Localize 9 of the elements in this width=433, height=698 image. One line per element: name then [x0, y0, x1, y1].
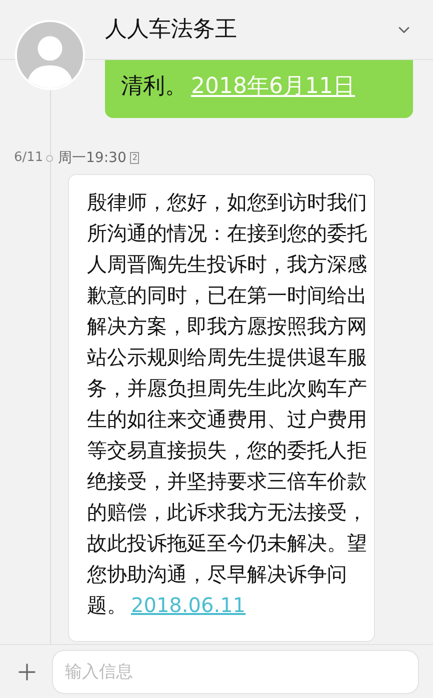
message-text: 殷律师，您好，如您到访时我们所沟通的情况：在接到您的委托人周晋陶先生投诉时，我方深感歉意的同时，已在第一时间给出解决方案，即我方愿按照我方网站公示规则给周先生提供退车服务，并愿负担周先生此次购车产生的如往来交通费用、过户费用等交易直接损失，您的委托人拒绝接受，并坚持要求三倍车价款的赔偿，此诉求我方无法接受，故此投诉拖延至今仍未解决。望您协助沟通，尽早解决诉争问题。 2018.06.11: [87, 189, 368, 619]
contact-name: 人人车法务王: [105, 16, 238, 44]
time-label: 周一19:30: [58, 148, 126, 168]
date-link[interactable]: 2018.06.11: [131, 593, 246, 617]
date-link[interactable]: 2018年6月11日: [191, 74, 355, 99]
sim-badge: 2: [130, 152, 140, 164]
message-text: 清利。 2018年6月11日: [121, 73, 356, 101]
date-label: 6/11: [14, 149, 44, 168]
message-input[interactable]: 输入信息: [52, 650, 419, 694]
